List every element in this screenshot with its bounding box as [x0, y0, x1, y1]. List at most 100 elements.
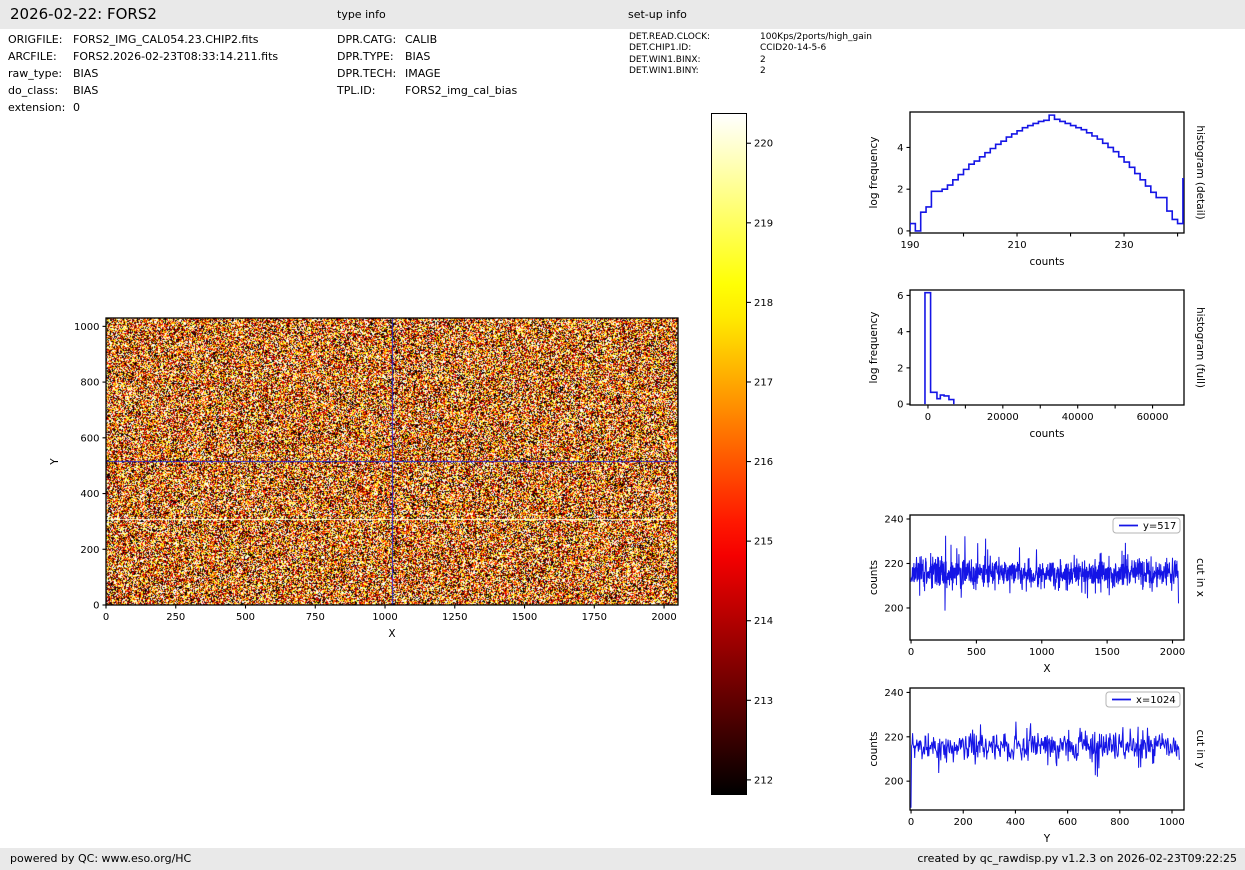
info-value: 0	[73, 101, 80, 114]
info-label: DET.READ.CLOCK:	[629, 32, 711, 42]
file-info-block: ORIGFILE: FORS2_IMG_CAL054.23.CHIP2.fits …	[8, 31, 278, 116]
info-label: DET.WIN1.BINY:	[629, 66, 699, 77]
colorbar-tick-label: 218	[754, 298, 773, 309]
x-tick-label: 210	[1007, 240, 1026, 251]
cut-in-y-frame	[909, 687, 1185, 811]
info-value: FORS2_img_cal_bias	[405, 84, 518, 97]
bias-image-ylabel: Y	[49, 458, 61, 466]
cut-in-x: 0 500 1000 1500 2000 200 220 240 Xcounts cut in x…	[868, 514, 1206, 675]
colorbar-gradient	[711, 113, 747, 795]
section-title-setup-info: set-up info	[628, 8, 687, 21]
info-row: DPR.TECH: IMAGE	[337, 65, 517, 82]
info-row: ARCFILE: FORS2.2026-02-23T08:33:14.211.fi…	[8, 48, 278, 65]
y-tick-label: 200	[884, 777, 903, 788]
section-title-type-info: type info	[337, 8, 386, 21]
cut-in-x-side-label: cut in x	[1194, 558, 1206, 597]
info-value: CALIB	[405, 33, 438, 46]
info-value: BIAS	[73, 84, 99, 97]
info-label: extension:	[8, 101, 66, 114]
x-tick-label: 1250	[442, 612, 467, 623]
y-tick-label: 240	[884, 688, 903, 699]
colorbar-tick-label: 212	[754, 775, 773, 786]
colorbar-tick-label: 213	[754, 696, 773, 707]
x-tick-label: 1500	[1094, 647, 1119, 658]
info-label: DET.WIN1.BINX:	[629, 54, 701, 65]
x-tick-label: 190	[900, 240, 919, 251]
x-tick-label: 0	[925, 412, 931, 423]
histogram-detail-xlabel: counts	[1029, 256, 1064, 268]
histogram-detail-frame	[909, 111, 1185, 234]
cut-in-y-legend: x=1024	[1105, 691, 1181, 708]
info-value: BIAS	[73, 67, 99, 80]
y-tick-label: 0	[93, 601, 99, 612]
cut-in-x-xlabel: X	[1043, 663, 1050, 675]
x-tick-label: 2000	[1160, 647, 1185, 658]
y-tick-label: 800	[80, 378, 99, 389]
histogram-detail: 190 210 230 0 2 4 counts log frequency histogram…	[868, 111, 1206, 268]
x-tick-label: 200	[954, 817, 973, 828]
x-tick-label: 20000	[987, 412, 1019, 423]
info-row: DPR.CATG: CALIB	[337, 31, 517, 48]
info-row: DET.WIN1.BINY: 2	[629, 66, 872, 77]
info-value: IMAGE	[405, 67, 441, 80]
info-label: TPL.ID:	[337, 84, 376, 97]
info-value: 100Kps/2ports/high_gain	[760, 32, 872, 42]
info-row: DET.READ.CLOCK: 100Kps/2ports/high_gain	[629, 32, 872, 43]
info-value: FORS2.2026-02-23T08:33:14.211.fits	[73, 50, 279, 63]
y-tick-label: 200	[884, 603, 903, 614]
histogram-detail-side-label: histogram (detail)	[1194, 125, 1206, 219]
setup-info-block: DET.READ.CLOCK: 100Kps/2ports/high_gain D…	[629, 32, 872, 78]
cut-in-x-legend: y=517	[1112, 517, 1181, 534]
y-tick-label: 1000	[74, 322, 99, 333]
type-info-block: DPR.CATG: CALIB DPR.TYPE: BIAS DPR.TECH: IM…	[337, 31, 517, 99]
legend-label: y=517	[1143, 521, 1176, 532]
info-label: DET.CHIP1.ID:	[629, 43, 692, 54]
cut-in-y-xlabel: Y	[1043, 833, 1051, 845]
info-value: 2	[760, 54, 766, 65]
cut-in-x-frame	[909, 514, 1185, 641]
info-row: DPR.TYPE: BIAS	[337, 48, 517, 65]
info-label: ORIGFILE:	[8, 33, 63, 46]
histogram-full: 0 20000 40000 60000 0 2 4 6 counts log frequency h…	[868, 289, 1206, 440]
info-row: ORIGFILE: FORS2_IMG_CAL054.23.CHIP2.fits	[8, 31, 278, 48]
info-value: FORS2_IMG_CAL054.23.CHIP2.fits	[73, 33, 259, 46]
bias-image-xlabel: X	[388, 628, 395, 640]
header-bar: 2026-02-22: FORS2 type info set-up info	[0, 0, 1245, 29]
histogram-full-series	[924, 291, 955, 405]
x-tick-label: 230	[1115, 240, 1134, 251]
y-tick-label: 0	[897, 226, 903, 237]
info-row: DET.WIN1.BINX: 2	[629, 55, 872, 66]
x-tick-label: 800	[1110, 817, 1129, 828]
y-tick-label: 200	[80, 545, 99, 556]
info-value: CCID20-14-5-6	[760, 43, 827, 54]
info-row: DET.CHIP1.ID: CCID20-14-5-6	[629, 43, 872, 54]
footer-left-text: powered by QC: www.eso.org/HC	[10, 852, 192, 865]
info-row: raw_type: BIAS	[8, 65, 278, 82]
page-title: 2026-02-22: FORS2	[10, 5, 157, 23]
y-tick-label: 2	[897, 363, 903, 374]
y-tick-label: 2	[897, 185, 903, 196]
legend-box	[1112, 517, 1181, 534]
x-tick-label: 1500	[512, 612, 537, 623]
legend-label: x=1024	[1136, 695, 1176, 706]
colorbar-tick-label: 214	[754, 616, 773, 627]
colorbar-tick-label: 215	[754, 537, 773, 548]
cut-in-x-series	[910, 535, 1179, 611]
y-tick-label: 400	[80, 489, 99, 500]
x-tick-label: 500	[236, 612, 255, 623]
bias-image-canvas	[106, 318, 678, 605]
colorbar-ticks: 220 219 218 217 216 215 214 213 212	[747, 139, 773, 786]
histogram-full-xlabel: counts	[1029, 428, 1064, 440]
x-tick-label: 250	[166, 612, 185, 623]
x-tick-label: 0	[103, 612, 109, 623]
cut-in-y-side-label: cut in y	[1194, 729, 1206, 768]
y-tick-label: 220	[884, 732, 903, 743]
histogram-full-side-label: histogram (full)	[1194, 307, 1206, 388]
x-tick-label: 400	[1006, 817, 1025, 828]
x-tick-label: 0	[908, 647, 914, 658]
cut-in-y: 0 200 400 600 800 1000 200 220 240 Ycounts cut in …	[868, 687, 1206, 845]
x-tick-label: 1750	[582, 612, 607, 623]
x-tick-label: 1000	[1029, 647, 1054, 658]
colorbar-tick-label: 216	[754, 457, 773, 468]
x-tick-label: 2000	[651, 612, 676, 623]
